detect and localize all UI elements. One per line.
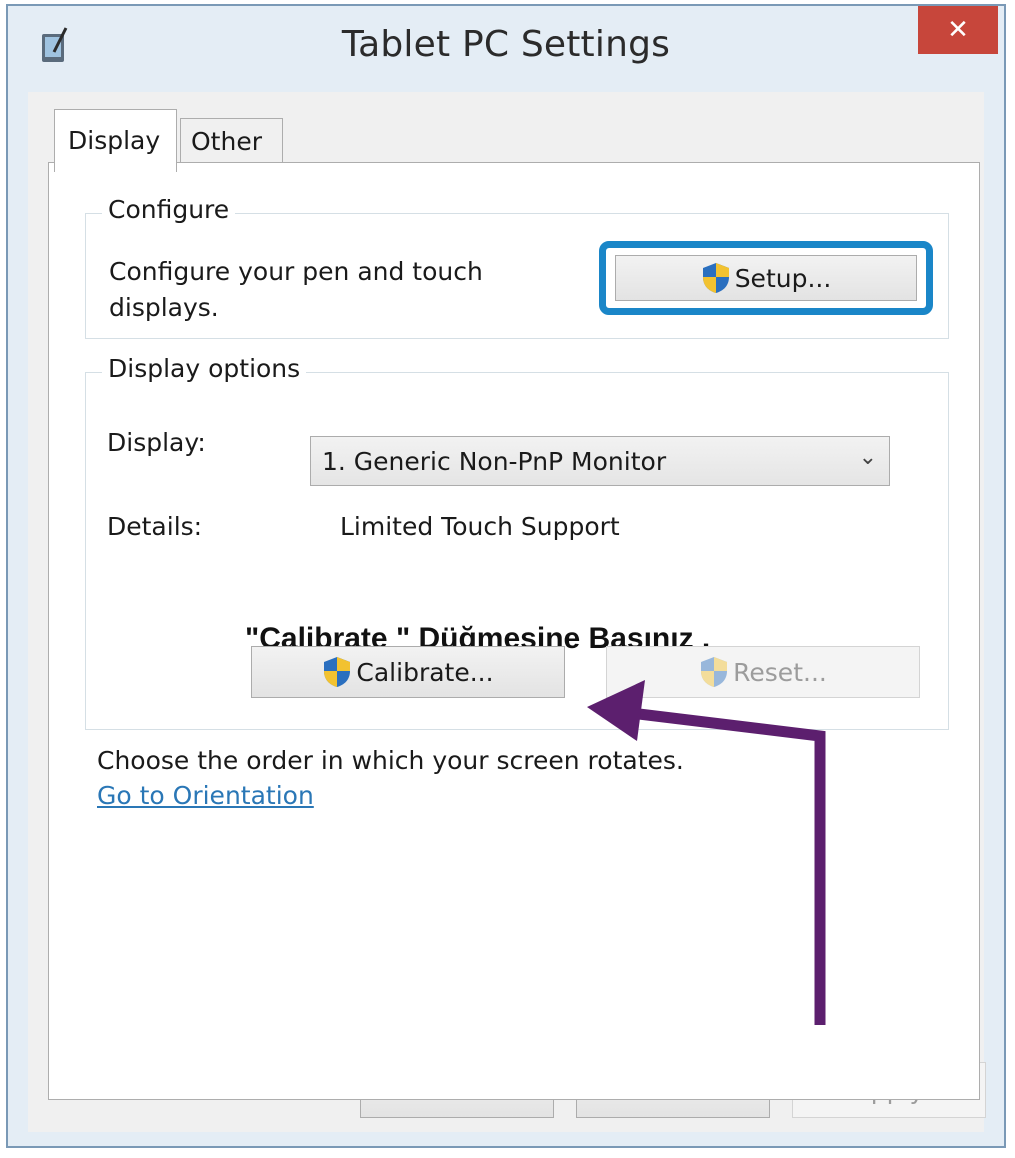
uac-shield-icon — [324, 657, 351, 687]
setup-button-label: Setup... — [734, 263, 832, 293]
tab-display[interactable]: Display — [54, 109, 177, 172]
orientation-description: Choose the order in which your screen ro… — [97, 746, 684, 775]
details-value: Limited Touch Support — [340, 512, 620, 541]
tab-other[interactable]: Other — [180, 118, 283, 164]
configure-description-line2: displays. — [109, 293, 219, 322]
go-to-orientation-link[interactable]: Go to Orientation — [97, 781, 314, 810]
setup-button[interactable]: Setup... — [615, 255, 917, 301]
reset-button[interactable]: Reset... — [606, 646, 920, 698]
uac-shield-icon — [702, 263, 729, 293]
details-label: Details: — [107, 512, 203, 541]
close-button[interactable]: ✕ — [918, 6, 998, 54]
display-label: Display: — [107, 428, 206, 457]
uac-shield-icon — [701, 657, 728, 687]
calibrate-button-label: Calibrate... — [356, 657, 494, 687]
configure-legend: Configure — [102, 195, 236, 224]
dialog-client-area: Display Other Configure Configure your p… — [28, 92, 986, 1132]
tablet-pc-settings-window: Tablet PC Settings ✕ Display Other Confi… — [6, 4, 1006, 1148]
reset-button-label: Reset... — [733, 657, 827, 687]
window-title: Tablet PC Settings — [341, 24, 671, 65]
display-select[interactable]: 1. Generic Non-PnP Monitor ⌄ — [310, 436, 890, 486]
display-tab-panel: Configure Configure your pen and touch d… — [48, 162, 980, 1100]
configure-description-line1: Configure your pen and touch — [109, 257, 483, 286]
title-bar[interactable]: Tablet PC Settings ✕ — [8, 6, 1004, 92]
chevron-down-icon: ⌄ — [858, 445, 877, 470]
display-select-value: 1. Generic Non-PnP Monitor — [322, 447, 667, 476]
display-options-legend: Display options — [102, 354, 307, 383]
calibrate-button[interactable]: Calibrate... — [251, 646, 565, 698]
